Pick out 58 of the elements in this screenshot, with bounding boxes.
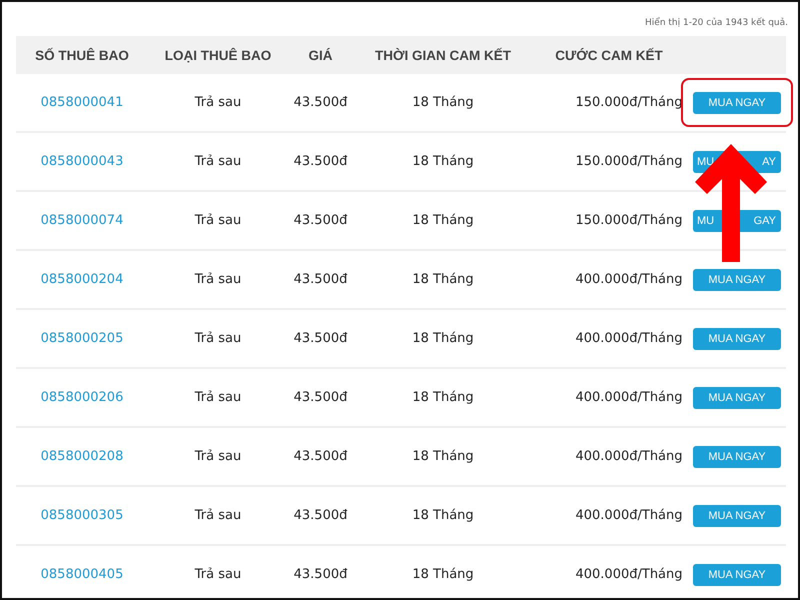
buy-now-button[interactable]: MUA NGAY [693,387,781,409]
phone-number-link[interactable]: 0858000041 [40,95,124,110]
table-cell: Trả sau [194,449,242,464]
phone-number-link[interactable]: 0858000208 [40,449,124,464]
table-cell: 18 Tháng [412,567,474,582]
column-header: THỜI GIAN CAM KẾT [374,48,511,62]
table-cell: 43.500đ [294,567,348,582]
results-summary: Hiển thị 1-20 của 1943 kết quả. [645,18,788,30]
table-cell: 400.000đ/Tháng [575,390,683,405]
table-cell: 400.000đ/Tháng [575,567,683,582]
table-cell: Trả sau [194,390,242,405]
table-cell: 150.000đ/Tháng [575,154,683,169]
column-header: CƯỚC CAM KẾT [555,48,663,62]
table-cell: 43.500đ [294,449,348,464]
table-cell: Trả sau [194,508,242,523]
table-cell: Trả sau [194,567,242,582]
table-cell: 18 Tháng [412,95,474,110]
table-cell: 400.000đ/Tháng [575,449,683,464]
table-cell: Trả sau [194,95,242,110]
table-cell: 400.000đ/Tháng [575,508,683,523]
table-cell: Trả sau [194,154,242,169]
column-header: SỐ THUÊ BAO [35,48,129,62]
table-cell: 43.500đ [294,272,348,287]
table-cell: 43.500đ [294,95,348,110]
table-cell: 150.000đ/Tháng [575,95,683,110]
phone-number-link[interactable]: 0858000305 [40,508,124,523]
buy-now-button[interactable]: MUA NGAY [693,328,781,350]
table-cell: 18 Tháng [412,508,474,523]
table-cell: 150.000đ/Tháng [575,213,683,228]
phone-number-link[interactable]: 0858000405 [40,567,124,582]
table-cell: 43.500đ [294,154,348,169]
table-cell: Trả sau [194,213,242,228]
table-cell: 43.500đ [294,331,348,346]
phone-number-link[interactable]: 0858000074 [40,213,124,228]
phone-number-link[interactable]: 0858000206 [40,390,124,405]
table-cell: 400.000đ/Tháng [575,272,683,287]
table-cell: 43.500đ [294,508,348,523]
table-cell: 18 Tháng [412,331,474,346]
phone-number-link[interactable]: 0858000205 [40,331,124,346]
phone-number-link[interactable]: 0858000043 [40,154,124,169]
table-cell: Trả sau [194,272,242,287]
table-cell: Trả sau [194,331,242,346]
buy-now-button[interactable]: MUA NGAY [693,269,781,291]
buy-now-button[interactable]: MUA NGAY [693,505,781,527]
table-cell: 18 Tháng [412,272,474,287]
table-cell: 18 Tháng [412,390,474,405]
buy-now-button[interactable]: MUA NGAY [693,564,781,586]
buy-now-button[interactable]: MUA NGAY [693,92,781,114]
column-header: LOẠI THUÊ BAO [164,48,272,62]
table-cell: 400.000đ/Tháng [575,331,683,346]
table-cell: 18 Tháng [412,154,474,169]
phone-number-link[interactable]: 0858000204 [40,272,124,287]
table-cell: 43.500đ [294,390,348,405]
column-header: GIÁ [308,48,332,62]
table-cell: 18 Tháng [412,449,474,464]
buy-now-button[interactable]: MUA NGAY [693,446,781,468]
table-cell: 43.500đ [294,213,348,228]
table-cell: 18 Tháng [412,213,474,228]
